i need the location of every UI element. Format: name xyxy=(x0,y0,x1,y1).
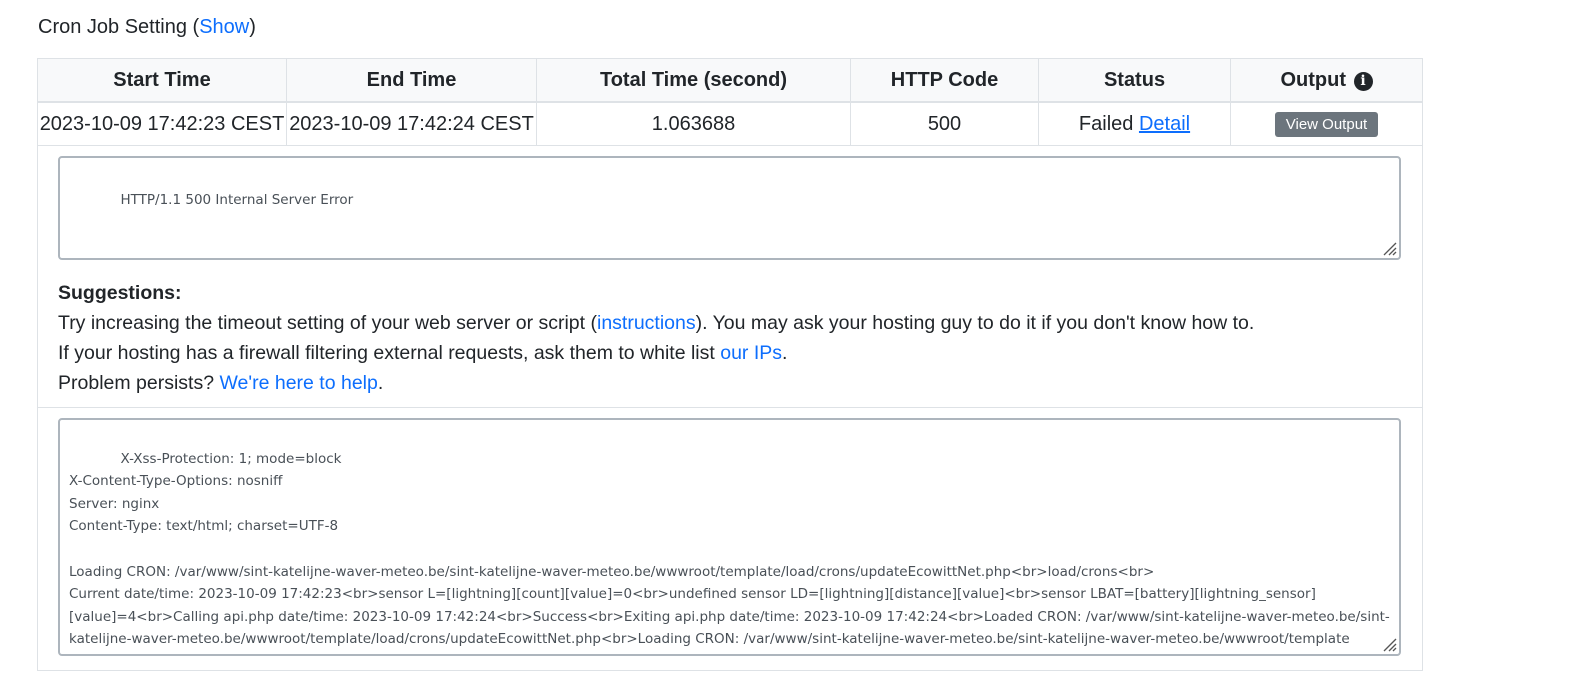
suggestion-text: If your hosting has a firewall filtering… xyxy=(58,342,721,364)
help-link[interactable]: We're here to help xyxy=(219,372,377,394)
cell-status: Failed Detail xyxy=(1038,101,1231,146)
suggestions-panel: Suggestions: Try increasing the timeout … xyxy=(58,278,1402,398)
output-text: X-Xss-Protection: 1; mode=block X-Conten… xyxy=(69,450,1390,654)
output-row: X-Xss-Protection: 1; mode=block X-Conten… xyxy=(37,407,1423,671)
cell-end-time: 2023-10-09 17:42:24 CEST xyxy=(286,101,537,146)
suggestion-text: Problem persists? xyxy=(58,372,220,394)
detail-link[interactable]: Detail xyxy=(1139,113,1190,135)
cron-results-table: Start Time End Time Total Time (second) … xyxy=(37,58,1423,671)
cell-output: View Output xyxy=(1230,101,1423,146)
page: Cron Job Setting (Show) Start Time End T… xyxy=(0,0,1571,677)
cell-total-time: 1.063688 xyxy=(536,101,851,146)
header-total-time: Total Time (second) xyxy=(536,58,851,103)
suggestion-line-firewall: If your hosting has a firewall filtering… xyxy=(58,338,1402,368)
error-response-text: HTTP/1.1 500 Internal Server Error xyxy=(120,191,354,208)
instructions-link[interactable]: instructions xyxy=(597,312,696,334)
title-suffix: ) xyxy=(249,16,256,38)
header-output-label: Output xyxy=(1280,68,1346,91)
our-ips-link[interactable]: our IPs xyxy=(720,342,782,364)
table-header-row: Start Time End Time Total Time (second) … xyxy=(37,58,1423,103)
header-end-time: End Time xyxy=(286,58,537,103)
detail-cell: HTTP/1.1 500 Internal Server Error Sugge… xyxy=(37,145,1423,408)
show-link[interactable]: Show xyxy=(199,16,249,38)
title-prefix: Cron Job Setting ( xyxy=(38,16,200,38)
suggestion-text: ). You may ask your hosting guy to do it… xyxy=(695,312,1255,334)
info-circle-icon[interactable]: i xyxy=(1353,71,1373,91)
resize-grip-icon[interactable] xyxy=(1381,240,1397,256)
cron-job-setting-title: Cron Job Setting (Show) xyxy=(38,16,256,39)
header-status: Status xyxy=(1038,58,1231,103)
table-row: 2023-10-09 17:42:23 CEST 2023-10-09 17:4… xyxy=(37,101,1423,146)
cell-http-code: 500 xyxy=(850,101,1039,146)
cell-start-time: 2023-10-09 17:42:23 CEST xyxy=(37,101,287,146)
suggestions-heading: Suggestions: xyxy=(58,282,182,304)
suggestion-line-timeout: Try increasing the timeout setting of yo… xyxy=(58,308,1402,338)
suggestion-text: . xyxy=(782,342,788,364)
output-cell: X-Xss-Protection: 1; mode=block X-Conten… xyxy=(37,407,1423,671)
output-textarea[interactable]: X-Xss-Protection: 1; mode=block X-Conten… xyxy=(58,418,1401,656)
view-output-button[interactable]: View Output xyxy=(1274,111,1379,137)
detail-row: HTTP/1.1 500 Internal Server Error Sugge… xyxy=(37,145,1423,408)
header-output: Output i xyxy=(1230,58,1423,103)
error-response-textarea[interactable]: HTTP/1.1 500 Internal Server Error xyxy=(58,156,1401,260)
resize-grip-icon[interactable] xyxy=(1381,636,1397,652)
status-text: Failed xyxy=(1078,112,1134,135)
suggestion-text: Try increasing the timeout setting of yo… xyxy=(58,312,597,334)
suggestion-text: . xyxy=(377,372,384,394)
header-http-code: HTTP Code xyxy=(850,58,1039,103)
suggestion-line-help: Problem persists? We're here to help. xyxy=(58,368,1402,398)
header-start-time: Start Time xyxy=(37,58,287,103)
